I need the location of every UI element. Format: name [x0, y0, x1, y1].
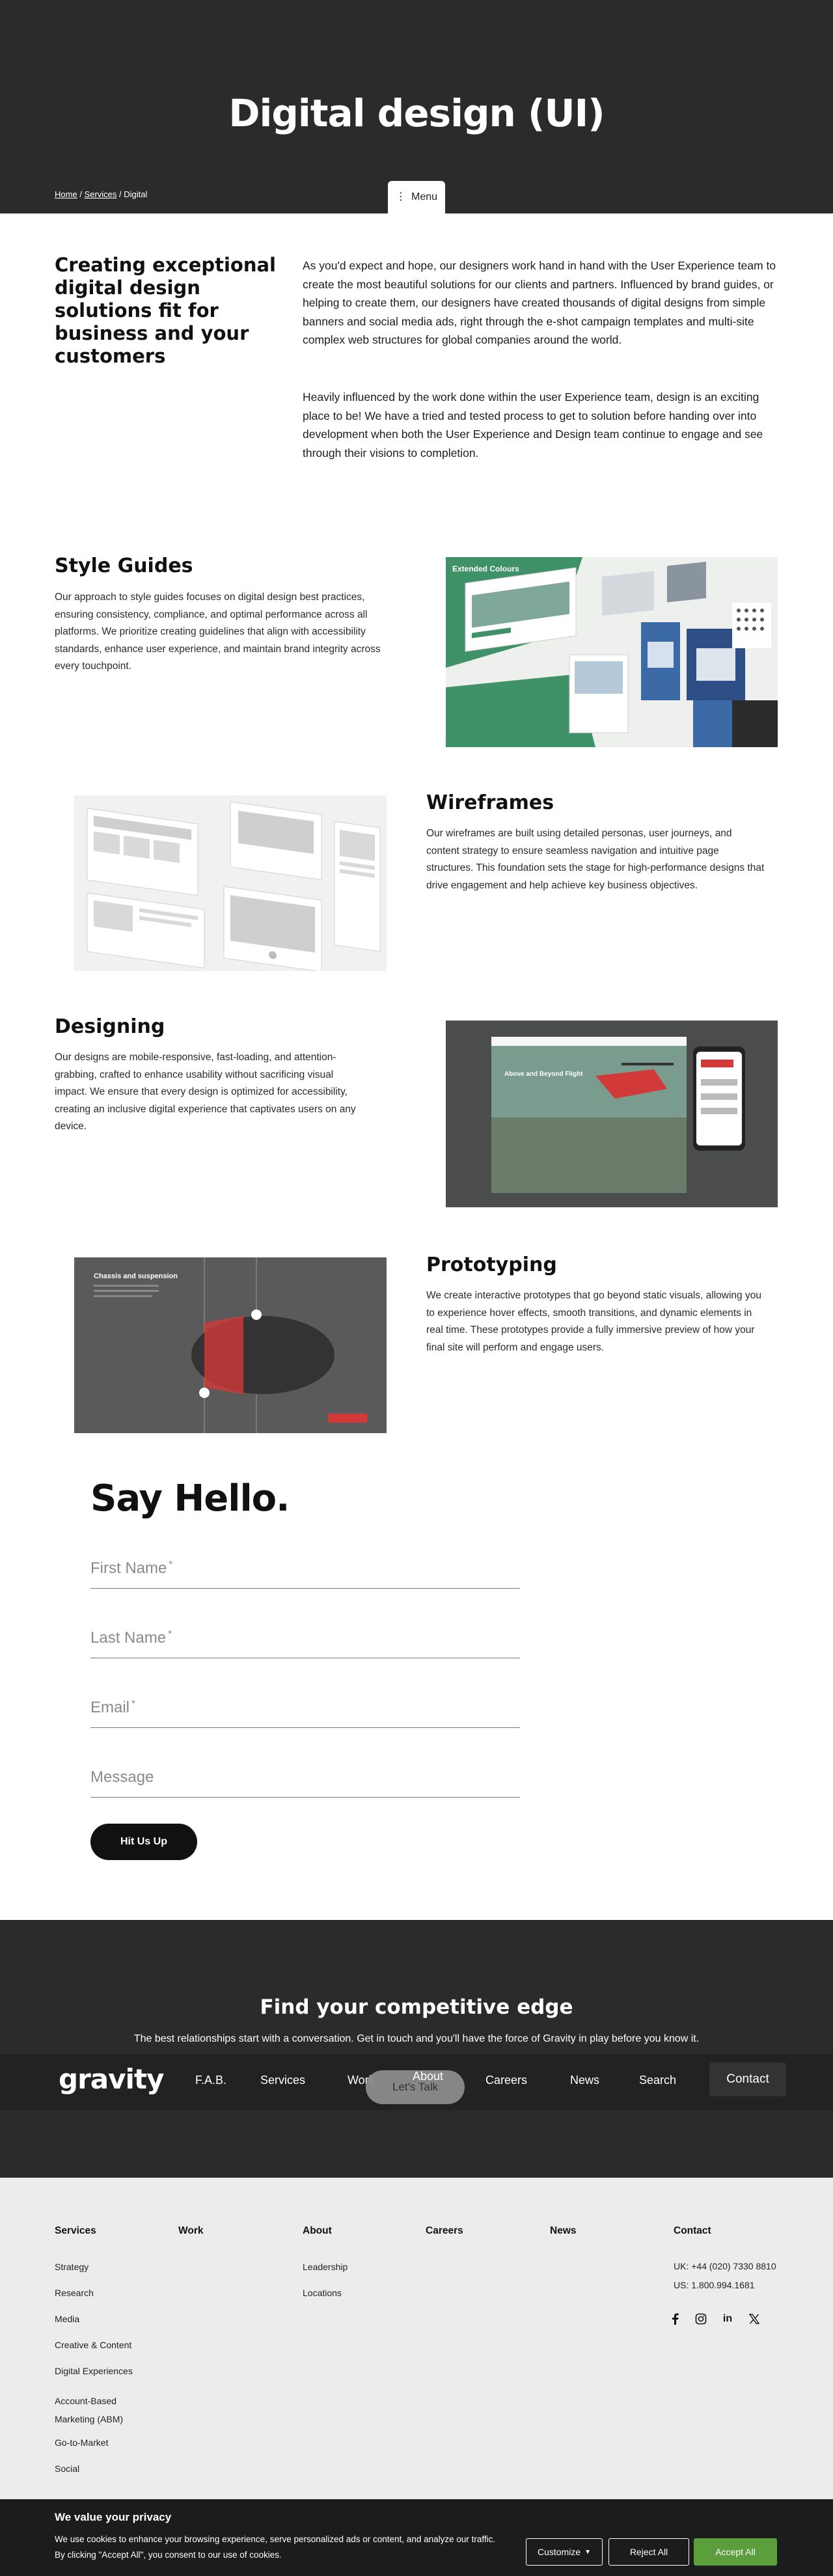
menu-label: Menu [411, 191, 438, 202]
caret-down-icon: ▼ [584, 2548, 592, 2556]
breadcrumb-home-link[interactable]: Home [55, 189, 77, 199]
cookie-customize-button[interactable]: Customize ▼ [526, 2538, 603, 2566]
footer-phone-us[interactable]: US: 1.800.994.1681 [674, 2280, 755, 2290]
breadcrumb-current: Digital [124, 189, 148, 199]
required-asterisk: * [131, 1698, 135, 1709]
cookie-reject-button[interactable]: Reject All [608, 2538, 689, 2566]
footer-link[interactable]: Research [55, 2288, 94, 2298]
kebab-menu-icon: ⋮ [395, 191, 406, 202]
section-text-style-guides: Our approach to style guides focuses on … [55, 592, 381, 672]
section-text-wireframes: Our wireframes are built using detailed … [426, 828, 765, 891]
linkedin-icon[interactable]: in [720, 2312, 735, 2326]
required-asterisk: * [168, 1628, 172, 1639]
section-text-prototyping: We create interactive prototypes that go… [426, 1290, 761, 1353]
nav-item-fab[interactable]: F.A.B. [195, 2074, 226, 2087]
last-name-label: Last Name [90, 1629, 167, 1647]
section-title-style-guides: Style Guides [55, 555, 193, 577]
breadcrumb-services-link[interactable]: Services [85, 189, 117, 199]
last-name-field[interactable]: Last Name * [90, 1623, 520, 1658]
footer-link[interactable]: Locations [303, 2288, 342, 2298]
cta-text: The best relationships start with a conv… [133, 2033, 700, 2044]
nav-item-services[interactable]: Services [260, 2074, 305, 2087]
contact-heading: Say Hello. [90, 1477, 290, 1520]
cookie-accept-button[interactable]: Accept All [694, 2538, 777, 2566]
footer-link[interactable]: Digital Experiences [55, 2366, 133, 2376]
message-field[interactable]: Message [90, 1762, 520, 1798]
footer-heading-services[interactable]: Services [55, 2225, 96, 2237]
nav-item-news[interactable]: News [570, 2074, 599, 2087]
contact-button[interactable]: Contact [709, 2062, 786, 2096]
customize-label: Customize [537, 2547, 581, 2557]
gravity-logo[interactable]: gravity [59, 2063, 164, 2095]
cta-section [0, 1920, 833, 2178]
page-title: Digital design (UI) [228, 91, 605, 135]
nav-item-search[interactable]: Search [639, 2074, 676, 2087]
style-guide-image-label: Extended Colours [452, 564, 519, 573]
footer-link[interactable]: Social [55, 2463, 79, 2474]
footer-heading-news[interactable]: News [550, 2225, 577, 2237]
breadcrumb: Home / Services / Digital [55, 189, 147, 199]
designing-image-label: Above and Beyond Flight [504, 1071, 583, 1078]
style-guides-image: Extended Colours [446, 557, 778, 747]
footer-phone-uk[interactable]: UK: +44 (020) 7330 8810 [674, 2261, 776, 2271]
intro-paragraph: As you'd expect and hope, our designers … [303, 259, 776, 346]
designing-image: Above and Beyond Flight [446, 1021, 778, 1207]
footer-heading-about[interactable]: About [303, 2225, 332, 2237]
breadcrumb-separator: / [79, 189, 85, 199]
footer-link[interactable]: Strategy [55, 2262, 89, 2272]
message-label: Message [90, 1768, 154, 1786]
email-field[interactable]: Email * [90, 1693, 520, 1728]
intro-heading: Creating exceptional digital design solu… [55, 254, 276, 367]
first-name-field[interactable]: First Name * [90, 1554, 520, 1589]
first-name-label: First Name [90, 1559, 167, 1577]
footer-link[interactable]: Account-Based Marketing (ABM) [55, 2392, 146, 2428]
footer-link[interactable]: Media [55, 2314, 79, 2324]
x-icon[interactable] [747, 2312, 761, 2326]
menu-button[interactable]: ⋮ Menu [388, 181, 445, 213]
submit-button[interactable]: Hit Us Up [90, 1824, 197, 1860]
nav-item-careers[interactable]: Careers [485, 2074, 527, 2087]
footer-heading-work[interactable]: Work [178, 2225, 203, 2237]
nav-item-about[interactable]: About [413, 2070, 443, 2083]
prototype-image-label: Chassis and suspension [94, 1272, 178, 1280]
wireframes-image [74, 795, 387, 971]
footer-link[interactable]: Go-to-Market [55, 2437, 108, 2448]
footer-heading-careers[interactable]: Careers [426, 2225, 463, 2237]
instagram-icon[interactable] [694, 2312, 708, 2326]
section-text-designing: Our designs are mobile-responsive, fast-… [55, 1052, 356, 1132]
footer-heading-contact[interactable]: Contact [674, 2225, 711, 2237]
email-label: Email [90, 1699, 130, 1716]
cta-heading: Find your competitive edge [260, 1995, 573, 2019]
cookie-text: We use cookies to enhance your browsing … [55, 2534, 496, 2560]
section-title-wireframes: Wireframes [426, 791, 554, 814]
footer-link[interactable]: Creative & Content [55, 2340, 131, 2350]
footer-link[interactable]: Leadership [303, 2262, 348, 2272]
required-asterisk: * [169, 1559, 173, 1570]
facebook-icon[interactable] [668, 2312, 682, 2326]
section-title-prototyping: Prototyping [426, 1254, 557, 1276]
section-title-designing: Designing [55, 1015, 165, 1038]
cookie-title: We value your privacy [55, 2511, 172, 2523]
prototyping-image: Chassis and suspension [74, 1257, 387, 1433]
intro-paragraph: Heavily influenced by the work done with… [303, 391, 763, 459]
